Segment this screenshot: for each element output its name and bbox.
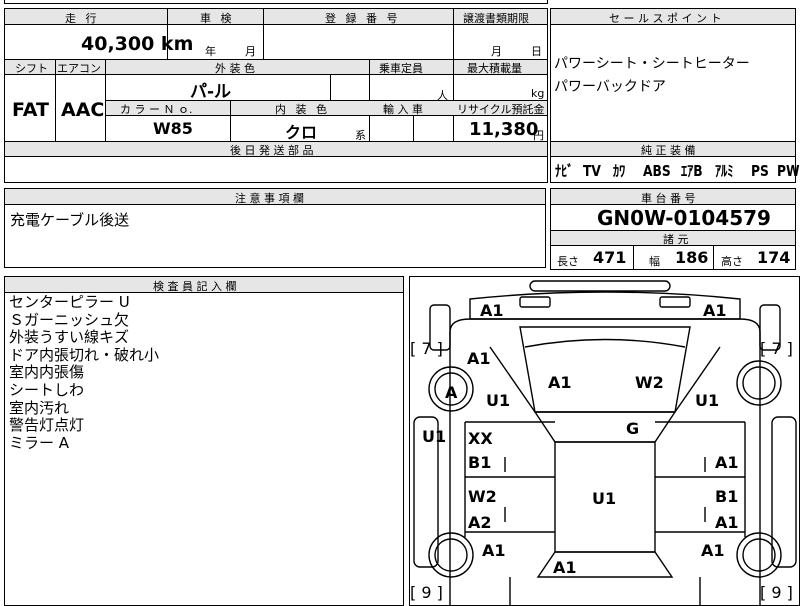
inspector-notes-list: センターピラー U Ｓガーニッシュ欠 外装うすい線キズ ドア内張切れ・破れ小 室… xyxy=(9,293,160,452)
length-label: 長さ xyxy=(557,255,579,268)
mileage-value: 40,300 km xyxy=(81,33,194,55)
color-no-label: カ ラ ー Ｎ ｏ. xyxy=(120,103,193,116)
equipment-item: PS xyxy=(751,162,769,180)
equipment-item: ﾅﾋﾞ xyxy=(555,162,574,180)
registration-label: 登 録 番 号 xyxy=(325,12,401,25)
load-unit: kg xyxy=(531,87,545,100)
left-pillar-mark: U1 xyxy=(422,427,447,446)
chassis-number: GN0W-0104579 xyxy=(597,206,771,230)
transfer-month-unit: 月 xyxy=(491,45,502,58)
equipment-item: ｱﾙﾐ xyxy=(715,162,734,180)
front-door-left-top-mark: XX xyxy=(468,429,493,448)
rear-left-mark: A1 xyxy=(482,541,506,560)
length-value: 471 xyxy=(593,248,627,267)
equipment-list: ﾅﾋﾞ TV ｶﾜ ABS ｴｱB ｱﾙﾐ PS PW xyxy=(555,160,800,181)
notes-panel: 注 意 事 項 欄 充電ケーブル後送 xyxy=(4,188,546,268)
equipment-item: PW xyxy=(777,162,800,180)
left-wheel-mark: A xyxy=(445,383,458,402)
rear-door-left-top-mark: W2 xyxy=(468,487,497,506)
sales-point-label: セ ー ル ス ポ イ ン ト xyxy=(609,12,722,25)
interior-color-value: クロ xyxy=(285,123,318,142)
left-fender-mark: A1 xyxy=(467,349,491,368)
vehicle-info-grid: 走 行 車 検 登 録 番 号 譲渡書類期限 40,300 km 年 月 月 日… xyxy=(4,8,548,183)
front-door-right-bottom-mark: A1 xyxy=(715,453,739,472)
inspection-year-unit: 年 xyxy=(205,45,216,58)
notes-text: 充電ケーブル後送 xyxy=(10,211,130,229)
hood-right-mark: W2 xyxy=(635,373,664,392)
inspector-note: センターピラー U xyxy=(9,293,130,311)
inspector-note: シートしわ xyxy=(9,380,85,399)
inspector-note: 外装うすい線キズ xyxy=(9,328,130,347)
rear-door-right-top-mark: B1 xyxy=(715,487,739,506)
shift-value: FAT xyxy=(12,99,49,121)
height-value: 174 xyxy=(757,248,791,267)
top-cutoff-row xyxy=(4,0,548,4)
inspector-label: 検 査 員 記 入 欄 xyxy=(153,280,237,293)
exterior-color-label: 外 装 色 xyxy=(215,62,255,75)
inspector-panel: 検 査 員 記 入 欄 センターピラー U Ｓガーニッシュ欠 外装うすい線キズ … xyxy=(4,276,404,606)
equipment-item: ABS xyxy=(643,162,671,180)
inspector-note: 警告灯点灯 xyxy=(9,416,85,435)
hood-left-mark: A1 xyxy=(548,373,572,392)
mileage-label: 走 行 xyxy=(65,12,100,25)
standard-equipment-label: 純 正 装 備 xyxy=(641,144,696,157)
sales-point-2: パワーバックドア xyxy=(554,79,666,95)
capacity-label: 乗車定員 xyxy=(379,62,423,75)
aircon-value: AAC xyxy=(61,99,105,121)
width-label: 幅 xyxy=(649,255,660,268)
max-load-label: 最大積載量 xyxy=(467,62,522,75)
recycle-label: リサイクル預託金 xyxy=(457,103,545,116)
rear-center-mark: A1 xyxy=(553,558,577,577)
transfer-deadline-label: 譲渡書類期限 xyxy=(463,12,529,25)
later-parts-label: 後 日 発 送 部 品 xyxy=(230,144,314,157)
sales-point-1: パワーシート・シートヒーター xyxy=(554,56,750,72)
front-door-left-bottom-mark: B1 xyxy=(468,453,492,472)
transfer-day-unit: 日 xyxy=(531,45,542,58)
right-fender-lower-mark: U1 xyxy=(695,391,720,410)
color-no-value: W85 xyxy=(153,119,193,138)
aircon-label: エアコン xyxy=(57,62,101,75)
dimensions-label: 諸 元 xyxy=(663,233,689,246)
notes-label: 注 意 事 項 欄 xyxy=(235,192,304,205)
inspection-label: 車 検 xyxy=(200,12,235,25)
exterior-color-value: パ-ル xyxy=(190,82,232,102)
front-bumper-left-mark: A1 xyxy=(480,301,504,320)
interior-color-label: 内 装 色 xyxy=(275,103,330,116)
front-bumper-right-mark: A1 xyxy=(703,301,727,320)
chassis-panel: 車 台 番 号 GN0W-0104579 諸 元 長さ 471 幅 186 高さ… xyxy=(550,188,796,270)
inspector-note: ミラー A xyxy=(9,433,70,452)
right-bracket-mark: [ 7 ] xyxy=(760,339,793,358)
inspector-note: ドア内張切れ・破れ小 xyxy=(9,345,160,364)
equipment-item: ｶﾜ xyxy=(613,162,626,180)
bottom-right-bracket-mark: [ 9 ] xyxy=(760,583,793,602)
inspector-note: Ｓガーニッシュ欠 xyxy=(9,310,130,329)
chassis-label: 車 台 番 号 xyxy=(641,192,696,205)
inspector-note: 室内汚れ xyxy=(9,398,70,417)
inspection-month-unit: 月 xyxy=(245,45,256,58)
rear-right-mark: A1 xyxy=(701,541,725,560)
width-value: 186 xyxy=(675,248,709,267)
roof-mark: U1 xyxy=(592,489,617,508)
inspector-note: 室内内張傷 xyxy=(9,363,85,382)
bottom-left-bracket-mark: [ 9 ] xyxy=(410,583,443,602)
equipment-item: ｴｱB xyxy=(681,162,703,180)
recycle-amount: 11,380 xyxy=(469,119,539,140)
sales-point-panel: セ ー ル ス ポ イ ン ト パワーシート・シートヒーター パワーバックドア … xyxy=(550,8,800,183)
equipment-item: TV xyxy=(583,162,601,180)
rear-door-right-bottom-mark: A1 xyxy=(715,513,739,532)
left-bracket-mark: [ 7 ] xyxy=(410,339,443,358)
left-fender-lower-mark: U1 xyxy=(486,391,511,410)
car-damage-diagram: A1 A1 [ 7 ] [ 7 ] A1 A U1 A1 W2 U1 U1 XX… xyxy=(409,276,800,606)
shift-label: シフト xyxy=(15,62,48,75)
windshield-mark: G xyxy=(626,419,640,438)
height-label: 高さ xyxy=(721,255,743,268)
rear-door-left-bottom-mark: A2 xyxy=(468,513,492,532)
import-label: 輸 入 車 xyxy=(383,103,423,116)
